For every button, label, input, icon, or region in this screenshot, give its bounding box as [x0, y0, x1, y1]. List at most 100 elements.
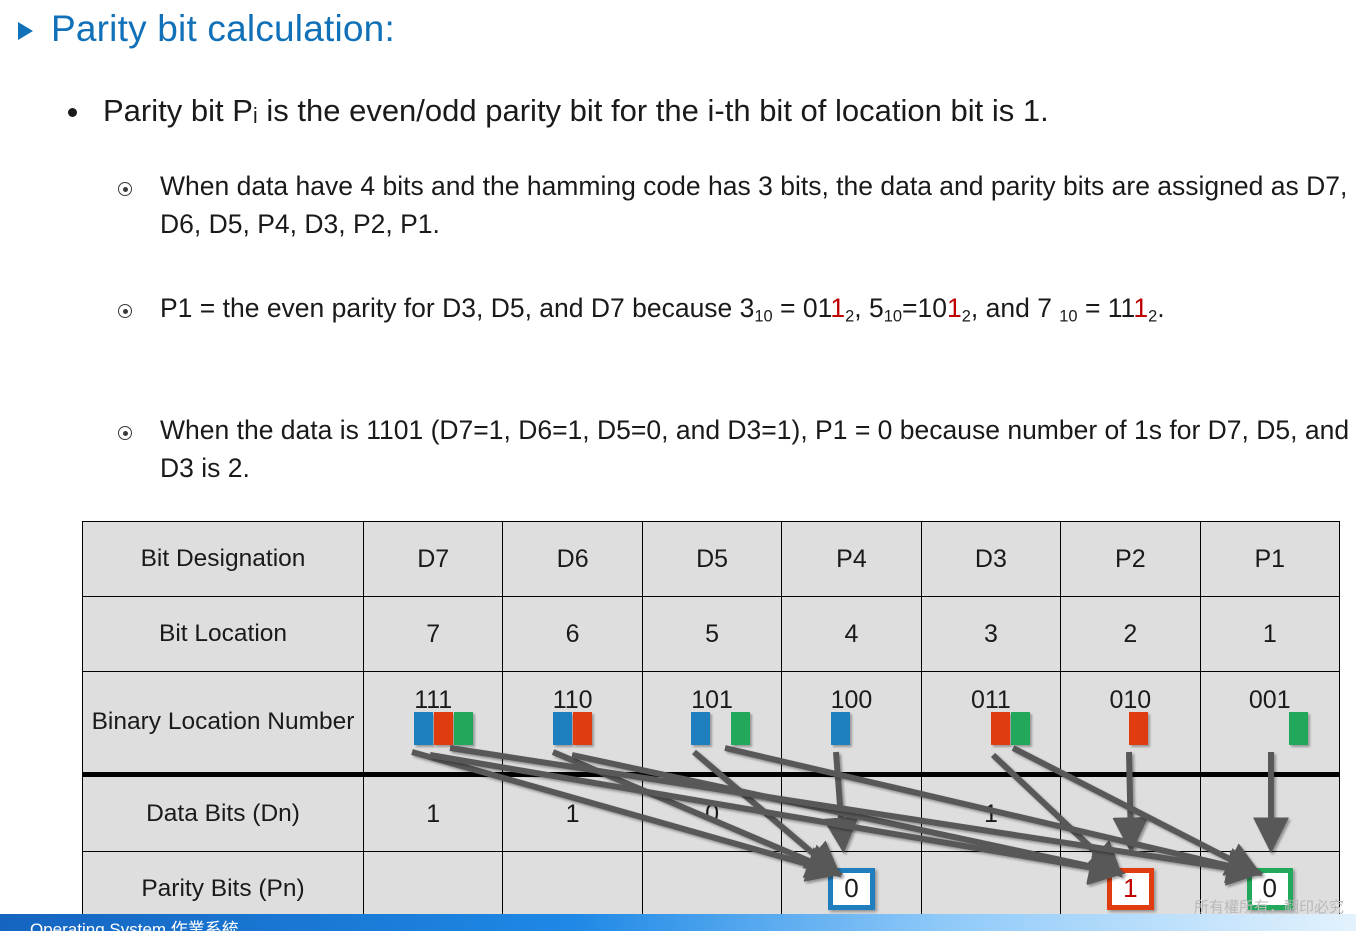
ring-bullet-icon — [118, 426, 132, 440]
marker-group-d6 — [552, 712, 593, 745]
cell-designation-d7: D7 — [362, 521, 504, 597]
sub-2-c: 2 — [1148, 307, 1158, 326]
sub-10-b: 10 — [883, 307, 903, 326]
marker-blue-icon — [830, 712, 850, 745]
marker-group-p2 — [1109, 712, 1149, 745]
marker-red-icon — [990, 712, 1010, 745]
marker-red-icon — [1129, 712, 1149, 745]
cell-designation-p2: P2 — [1060, 521, 1201, 597]
binary-text-110: 110 — [552, 686, 593, 714]
footer-text: Operating System 作業系統 — [30, 920, 239, 931]
cell-designation-d3: D3 — [920, 521, 1062, 597]
cell-data-d5: 0 — [641, 774, 783, 852]
cell-data-d6: 1 — [502, 774, 643, 852]
binary-text-100: 100 — [830, 686, 873, 714]
highlight-bit-c: 1 — [1133, 293, 1149, 323]
sub-10-c: 10 — [1059, 307, 1078, 326]
sub-10-a: 10 — [754, 307, 773, 326]
bullet-level2-assignment: When data have 4 bits and the hamming co… — [118, 168, 1356, 243]
bullet-level2-example: When the data is 1101 (D7=1, D6=1, D5=0,… — [118, 412, 1356, 487]
cell-designation-d5: D5 — [641, 521, 783, 597]
bullet-example-text: When the data is 1101 (D7=1, D6=1, D5=0,… — [160, 415, 1350, 483]
cell-data-p4 — [781, 774, 922, 852]
cell-designation-p4: P4 — [781, 521, 922, 597]
bullet-assignment-text: When data have 4 bits and the hamming co… — [160, 171, 1348, 239]
triangle-bullet-icon — [18, 22, 33, 40]
marker-group-p1 — [1249, 712, 1309, 745]
binary-text-111: 111 — [414, 686, 453, 714]
p1-def-mid2: , 5 — [854, 293, 884, 323]
dot-bullet-icon — [68, 108, 77, 117]
marker-spacer — [711, 712, 730, 745]
table-row-bit-designation: Bit Designation D7 D6 D5 P4 D3 P2 P1 — [82, 521, 1341, 597]
marker-blue-icon — [691, 712, 711, 745]
bullet-level1: Parity bit Pᵢ is the even/odd parity bit… — [68, 92, 1049, 131]
ring-bullet-icon — [118, 182, 132, 196]
row-label-bit-location: Bit Location — [82, 596, 364, 672]
cell-location-7: 7 — [362, 596, 504, 672]
highlight-bit-b: 1 — [947, 293, 962, 323]
marker-group-d3 — [971, 712, 1031, 745]
marker-spacer — [1109, 712, 1128, 745]
cell-location-5: 5 — [641, 596, 783, 672]
marker-group-d7 — [414, 712, 474, 745]
marker-group-p4 — [830, 712, 851, 745]
table-row-data-bits: Data Bits (Dn) 1 1 0 1 — [82, 774, 1341, 852]
cell-data-p1 — [1199, 774, 1341, 852]
cell-data-d7: 1 — [362, 774, 504, 852]
cell-binary-111: 111 — [362, 671, 504, 777]
marker-spacer — [1249, 712, 1268, 745]
cell-location-2: 2 — [1060, 596, 1201, 672]
p1-def-mid5: = 11 — [1077, 293, 1134, 323]
table-row-binary-location: Binary Location Number 111 110 101 100 0… — [82, 671, 1341, 777]
binary-text-011: 011 — [970, 686, 1011, 714]
marker-red-icon — [572, 712, 592, 745]
p1-def-mid4: , and 7 — [970, 293, 1060, 323]
marker-group-d5 — [691, 712, 751, 745]
marker-green-icon — [454, 712, 474, 745]
bullet-level1-text: Parity bit Pᵢ is the even/odd parity bit… — [103, 93, 1049, 128]
marker-spacer — [971, 712, 990, 745]
marker-blue-icon — [552, 712, 572, 745]
marker-red-icon — [434, 712, 454, 745]
row-label-data-bits: Data Bits (Dn) — [82, 774, 364, 852]
cell-data-d3: 1 — [920, 774, 1062, 852]
cell-binary-100: 100 — [781, 671, 922, 777]
p1-def-pre: P1 = the even parity for D3, D5, and D7 … — [160, 293, 755, 323]
p1-def-mid1: = 01 — [772, 293, 831, 323]
parity-value-box-p4: 0 — [828, 868, 875, 910]
cell-location-4: 4 — [781, 596, 922, 672]
marker-green-icon — [731, 712, 751, 745]
binary-text-101: 101 — [691, 686, 733, 714]
p1-def-mid3: =10 — [902, 293, 947, 323]
cell-binary-110: 110 — [502, 671, 643, 777]
bullet-p1-definition-text: P1 = the even parity for D3, D5, and D7 … — [160, 290, 1165, 329]
cell-binary-010: 010 — [1060, 671, 1201, 777]
binary-text-010: 010 — [1109, 686, 1152, 714]
cell-designation-p1: P1 — [1199, 521, 1341, 597]
cell-binary-101: 101 — [641, 671, 783, 777]
slide-title-text: Parity bit calculation: — [51, 8, 395, 49]
row-label-binary-location: Binary Location Number — [82, 671, 364, 777]
marker-green-icon — [1010, 712, 1030, 745]
row-label-bit-designation: Bit Designation — [82, 521, 364, 597]
cell-binary-001: 001 — [1199, 671, 1341, 777]
ring-bullet-icon — [118, 304, 132, 318]
slide-title: Parity bit calculation: — [18, 8, 395, 50]
cell-location-6: 6 — [502, 596, 643, 672]
bullet-level2-p1-definition: P1 = the even parity for D3, D5, and D7 … — [118, 290, 1165, 329]
marker-blue-icon — [414, 712, 434, 745]
highlight-bit-a: 1 — [830, 293, 846, 323]
table-row-bit-location: Bit Location 7 6 5 4 3 2 1 — [82, 596, 1341, 672]
cell-binary-011: 011 — [920, 671, 1062, 777]
cell-location-1: 1 — [1199, 596, 1341, 672]
cell-designation-d6: D6 — [502, 521, 643, 597]
p1-def-end: . — [1157, 293, 1165, 323]
hamming-code-table: Bit Designation D7 D6 D5 P4 D3 P2 P1 Bit… — [82, 521, 1341, 927]
cell-location-3: 3 — [920, 596, 1062, 672]
marker-green-icon — [1288, 712, 1308, 745]
sub-2-a: 2 — [845, 307, 855, 326]
sub-2-b: 2 — [961, 307, 971, 326]
cell-data-p2 — [1060, 774, 1201, 852]
binary-text-001: 001 — [1248, 686, 1291, 714]
